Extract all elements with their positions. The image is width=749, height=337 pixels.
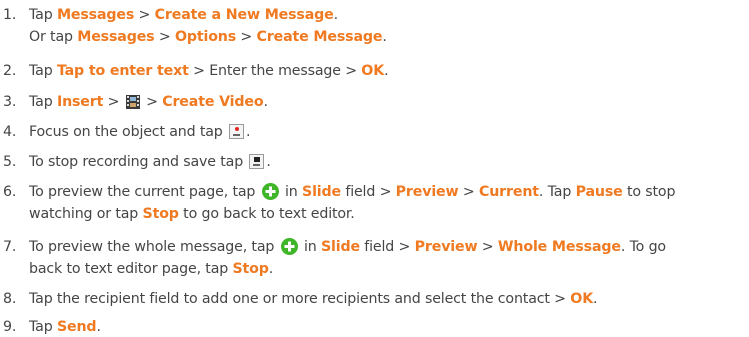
ui-term-ok: OK <box>570 291 594 307</box>
ui-term-messages: Messages <box>56 7 135 23</box>
ui-term-stop: Stop <box>142 206 179 222</box>
ui-term-pause: Pause <box>575 184 623 200</box>
ui-term-slide: Slide <box>320 239 360 255</box>
text: . <box>96 319 101 335</box>
ui-term-send: Send <box>56 319 97 335</box>
text: . <box>593 291 598 307</box>
text: > Enter the message > <box>188 63 362 79</box>
step-1-line-2: Or tap Messages > Options > Create Messa… <box>29 28 387 47</box>
text: field > <box>359 239 415 255</box>
text: > <box>134 7 155 23</box>
ui-term-insert: Insert <box>56 94 104 110</box>
step-7-line-1: To preview the whole message, tap in Sli… <box>29 238 666 257</box>
text: . Tap <box>538 184 576 200</box>
video-clip-icon <box>125 95 140 109</box>
text: Tap <box>29 7 57 23</box>
text: . <box>384 63 389 79</box>
ui-term-slide: Slide <box>302 184 341 200</box>
text: watching or tap <box>29 206 143 222</box>
text: . <box>246 124 251 140</box>
text: back to text editor page, tap <box>29 261 233 277</box>
text: > <box>103 94 124 110</box>
instruction-list: 1. Tap Messages > Create a New Message . … <box>0 0 749 335</box>
ui-term-create-new-message: Create a New Message <box>154 7 334 23</box>
step-number: 2. <box>3 63 17 79</box>
text: To preview the whole message, tap <box>29 239 279 255</box>
text: Tap <box>29 319 57 335</box>
step-number: 7. <box>3 239 17 255</box>
text: Tap <box>29 63 57 79</box>
text: . <box>382 29 387 45</box>
text: > <box>236 29 257 45</box>
text: Tap the recipient field to add one or mo… <box>29 291 571 307</box>
text: To preview the current page, tap <box>29 184 260 200</box>
ui-term-whole-message: Whole Message <box>497 239 621 255</box>
step-number: 8. <box>3 291 17 307</box>
text: in <box>280 184 302 200</box>
text: in <box>299 239 321 255</box>
ui-term-current: Current <box>478 184 539 200</box>
text: . <box>268 261 274 277</box>
text: > <box>141 94 163 110</box>
step-1-line-1: Tap Messages > Create a New Message. <box>29 6 387 25</box>
step-number: 9. <box>3 319 17 335</box>
text: Focus on the object and tap <box>29 124 228 140</box>
step-number: 3. <box>3 94 17 110</box>
plus-circle-icon <box>280 238 298 255</box>
record-icon <box>229 124 245 139</box>
text: . To go <box>620 239 666 255</box>
step-number: 5. <box>3 154 17 170</box>
ui-term-create-message: Create Message <box>256 29 383 45</box>
step-7-line-2: back to text editor page, tap Stop. <box>29 260 666 279</box>
ui-term-messages: Messages <box>77 29 155 45</box>
step-number: 6. <box>3 184 17 200</box>
text: > <box>477 239 498 255</box>
text: > <box>458 184 479 200</box>
ui-term-preview: Preview <box>395 184 459 200</box>
text: . <box>263 94 268 110</box>
text: . <box>266 154 271 170</box>
ui-term-ok: OK <box>361 63 385 79</box>
plus-circle-icon <box>261 183 279 200</box>
text: To stop recording and save tap <box>29 154 248 170</box>
ui-term-stop: Stop <box>232 261 269 277</box>
text: to go back to text editor. <box>178 206 355 222</box>
text: Or tap <box>29 29 78 45</box>
stop-icon <box>249 154 265 169</box>
text: . <box>333 7 339 23</box>
ui-term-options: Options <box>174 29 237 45</box>
step-number: 4. <box>3 124 17 140</box>
ui-term-preview: Preview <box>414 239 478 255</box>
step-6-line-2: watching or tap Stop to go back to text … <box>29 205 675 224</box>
step-6-line-1: To preview the current page, tap in Slid… <box>29 183 675 202</box>
text: to stop <box>622 184 676 200</box>
ui-term-tap-to-enter-text: Tap to enter text <box>56 63 189 79</box>
text: Tap <box>29 94 57 110</box>
text: field > <box>340 184 396 200</box>
text: > <box>154 29 175 45</box>
ui-term-create-video: Create Video <box>162 94 264 110</box>
step-number: 1. <box>3 7 17 23</box>
